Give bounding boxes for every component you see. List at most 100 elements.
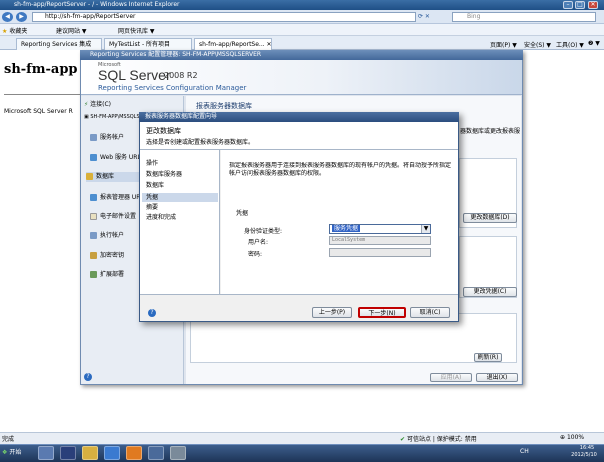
step-action[interactable]: 操作 — [146, 159, 218, 168]
credentials-group-label: 凭据 — [236, 210, 249, 217]
page-menu[interactable]: 页面(P) ▼ — [490, 40, 522, 49]
status-text: 完成 — [2, 436, 15, 443]
back-icon[interactable]: ◀ — [2, 12, 13, 22]
refresh-stop-icons[interactable]: ⟳ ✕ — [418, 13, 448, 22]
explorer-icon[interactable] — [82, 446, 98, 460]
forward-icon[interactable]: ▶ — [16, 12, 27, 22]
maximize-button[interactable]: □ — [575, 1, 585, 9]
step-label: 数据库服务器 — [146, 171, 183, 178]
step-label: 操作 — [146, 160, 159, 167]
address-text: http://sh-fm-app/ReportServer — [45, 13, 136, 20]
step-label: 凭据 — [146, 194, 159, 201]
step-summary[interactable]: 摘要 — [146, 203, 218, 212]
ie-icon[interactable] — [104, 446, 120, 460]
brand-version: 2008 R2 — [164, 71, 198, 80]
section-title: 报表服务器数据库 — [196, 102, 252, 110]
tab-reporting-services[interactable]: Reporting Services 集成 — [16, 38, 102, 50]
password-field[interactable] — [329, 248, 431, 257]
star-icon: ★ — [2, 28, 8, 35]
tools-icon[interactable] — [170, 446, 186, 460]
tab-reportserver-active[interactable]: sh-fm-app/ReportSe... ✕ — [194, 38, 272, 50]
tab-label: Reporting Services 集成 — [21, 41, 92, 48]
wizard-heading: 更改数据库 — [146, 127, 181, 135]
credentials-description: 指定报表服务器用于连接到报表服务器数据库的现有帐户的凭据。将自动授予所指定帐户访… — [229, 162, 452, 177]
step-progress[interactable]: 进度和完成 — [146, 213, 218, 222]
security-zone: ✔ 可信站点 | 保护模式: 禁用 — [400, 434, 520, 443]
connect-button[interactable]: ⚡ 连接(C) — [84, 99, 134, 108]
address-input[interactable]: http://sh-fm-app/ReportServer — [32, 12, 416, 22]
brand-subtitle: Reporting Services Configuration Manager — [98, 84, 247, 92]
step-label: 摘要 — [146, 204, 159, 211]
favorites-button[interactable]: ★ 收藏夹 — [2, 26, 42, 35]
connect-icon: ⚡ — [84, 101, 89, 108]
section-right-text: 器数据库或更改报表服务 — [460, 128, 520, 134]
user-icon — [90, 232, 97, 239]
help-menu-label: ❷ ▼ — [588, 40, 600, 47]
mail-icon — [90, 213, 97, 220]
change-credentials-label: 更改凭据(C) — [473, 288, 507, 295]
exit-label: 退出(X) — [486, 374, 508, 381]
change-database-label: 更改数据库(D) — [470, 214, 510, 221]
safety-menu[interactable]: 安全(S) ▼ — [524, 40, 554, 49]
globe-icon — [90, 194, 97, 201]
change-credentials-button[interactable]: 更改凭据(C) — [463, 287, 517, 297]
cancel-button[interactable]: 取消(C) — [410, 307, 450, 318]
step-credentials-selected[interactable]: 凭据 — [142, 193, 218, 202]
step-label: 进度和完成 — [146, 214, 177, 221]
auth-type-select[interactable]: 服务凭据 ▼ — [329, 224, 431, 234]
app-icon[interactable] — [126, 446, 142, 460]
search-input[interactable]: Bing — [452, 12, 596, 22]
zone-text: 可信站点 | 保护模式: 禁用 — [406, 436, 477, 443]
refresh-button[interactable]: 刷新(R) — [474, 353, 502, 362]
fav-link-webslices[interactable]: 网页快讯库 ▼ — [118, 26, 178, 35]
page-heading: sh-fm-app — [4, 62, 78, 77]
nav-label: 扩展部署 — [100, 271, 125, 278]
nav-label: 报表管理器 URL — [100, 194, 144, 201]
fav-link-suggested[interactable]: 建议网站 ▼ — [56, 26, 112, 35]
connect-label: 连接(C) — [90, 101, 112, 108]
zoom-value: 100% — [566, 434, 585, 441]
clock-date: 2012/5/10 — [571, 452, 597, 458]
start-label: 开始 — [9, 449, 22, 456]
help-icon[interactable]: ? — [84, 373, 92, 381]
close-button[interactable]: ✕ — [588, 1, 598, 9]
apply-label: 应用(A) — [440, 374, 462, 381]
change-database-button[interactable]: 更改数据库(D) — [463, 213, 517, 223]
rs-title: Reporting Services 配置管理器: SH-FM-APP\MSSQ… — [90, 51, 262, 58]
tab-mytestlist[interactable]: MyTestList - 所有项目 — [104, 38, 192, 50]
server-manager-icon[interactable] — [38, 446, 54, 460]
minimize-button[interactable]: – — [563, 1, 573, 9]
chevron-down-icon: ▼ — [421, 225, 430, 233]
window-title-bar: sh-fm-app/ReportServer - / - Windows Int… — [0, 0, 604, 10]
exit-button[interactable]: 退出(X) — [476, 373, 518, 382]
wizard-title: 报表服务器数据库配置向导 — [145, 113, 218, 120]
step-db-server[interactable]: 数据库服务器 — [146, 170, 218, 179]
scale-out-icon — [90, 271, 97, 278]
language-indicator[interactable]: CH — [520, 448, 532, 458]
favorites-label: 收藏夹 — [9, 28, 28, 35]
config-manager-icon[interactable] — [148, 446, 164, 460]
powershell-icon[interactable] — [60, 446, 76, 460]
next-button[interactable]: 下一步(N) — [358, 307, 406, 318]
username-field[interactable]: LocalSystem — [329, 236, 431, 245]
step-database[interactable]: 数据库 — [146, 181, 218, 190]
page-footer-text: Microsoft SQL Server R — [4, 108, 73, 115]
globe-icon — [90, 154, 97, 161]
apply-button[interactable]: 应用(A) — [430, 373, 472, 382]
service-account-icon — [90, 134, 97, 141]
help-menu[interactable]: ❷ ▼ — [588, 40, 602, 49]
previous-button[interactable]: 上一步(P) — [312, 307, 352, 318]
tab-label: MyTestList - 所有项目 — [109, 41, 171, 48]
wizard-help-icon[interactable]: ? — [148, 309, 156, 317]
nav-label: 加密密钥 — [100, 252, 125, 259]
start-button[interactable]: ❖ 开始 — [2, 446, 34, 460]
nav-label: 执行帐户 — [100, 232, 125, 239]
tools-menu[interactable]: 工具(O) ▼ — [556, 40, 586, 49]
fav-link-webslices-label: 网页快讯库 ▼ — [118, 28, 155, 35]
nav-label: 服务帐户 — [100, 134, 125, 141]
page-menu-label: 页面(P) ▼ — [490, 42, 517, 49]
previous-label: 上一步(P) — [318, 309, 346, 316]
zoom-control[interactable]: ⊕ 100% — [560, 434, 600, 443]
safety-menu-label: 安全(S) ▼ — [524, 42, 552, 49]
tools-menu-label: 工具(O) ▼ — [556, 42, 584, 49]
